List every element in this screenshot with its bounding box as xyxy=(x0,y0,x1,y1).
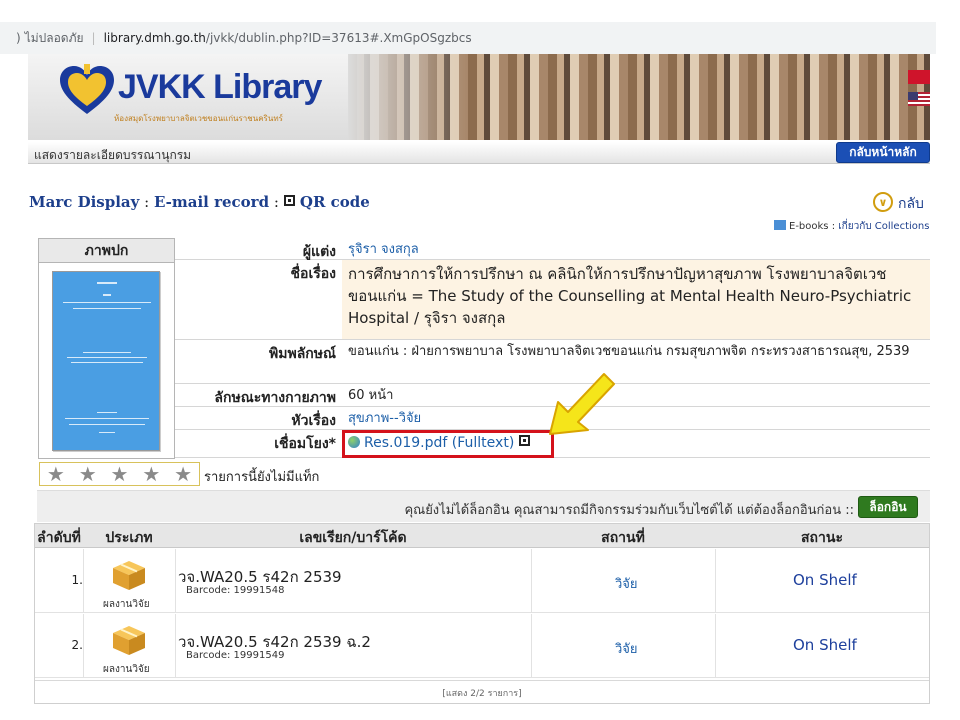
status-text: On Shelf xyxy=(793,636,857,654)
col-callno: เลขเรียก/บาร์โค้ด xyxy=(299,530,407,546)
page-title: แสดงรายละเอียดบรรณานุกรม xyxy=(34,148,192,162)
info-icon[interactable]: ) xyxy=(16,31,21,45)
pagination-info: [แสดง 2/2 รายการ] xyxy=(35,680,929,702)
star-icon[interactable]: ★ xyxy=(111,462,129,486)
address-bar[interactable]: ) ไม่ปลอดภัย | library.dmh.go.th /jvkk/d… xyxy=(0,22,936,54)
star-icon[interactable]: ★ xyxy=(79,462,97,486)
logo-subtitle: ห้องสมุดโรงพยาบาลจิตเวชขอนแก่นราชนครินทร… xyxy=(114,114,283,123)
logo-text: JVKK Library xyxy=(118,68,322,106)
back-link[interactable]: กลับ xyxy=(898,193,924,215)
ebooks-label: E-books : xyxy=(789,221,839,232)
site-banner: JVKK Library ห้องสมุดโรงพยาบาลจิตเวชขอนแ… xyxy=(28,54,930,140)
physical-label: ลักษณะทางกายภาพ xyxy=(175,384,342,406)
ebooks-row: E-books : เกี่ยวกับ Collections xyxy=(774,219,929,234)
research-box-icon xyxy=(113,626,145,655)
email-record-link[interactable]: E-mail record xyxy=(154,193,269,211)
location-link[interactable]: วิจัย xyxy=(615,573,638,594)
home-button[interactable]: กลับหน้าหลัก xyxy=(836,142,930,163)
ebook-icon xyxy=(774,220,786,230)
title-value: การศึกษาการให้การปรึกษา ณ คลินิกให้การปร… xyxy=(342,260,930,339)
physical-value: 60 หน้า xyxy=(348,388,394,403)
qr-code-icon[interactable] xyxy=(283,195,295,206)
table-row: 1. ผลงานวิจัย วจ.WA20.5 ร42ก 2539 Barcod… xyxy=(35,549,929,613)
separator: : xyxy=(139,193,154,211)
star-icon[interactable]: ★ xyxy=(47,462,65,486)
barcode: Barcode: 19991549 xyxy=(186,650,285,661)
tag-status-text: รายการนี้ยังไม่มีแท็ก xyxy=(204,470,320,485)
star-icon[interactable]: ★ xyxy=(142,462,160,486)
col-status: สถานะ xyxy=(801,530,843,546)
item-type: ผลงานวิจัย xyxy=(103,599,150,610)
publish-label: พิมพลักษณ์ xyxy=(175,340,342,383)
logo-area[interactable]: JVKK Library ห้องสมุดโรงพยาบาลจิตเวชขอนแ… xyxy=(28,54,348,140)
table-row: 2. ผลงานวิจัย วจ.WA20.5 ร42ก 2539 ฉ.2 Ba… xyxy=(35,614,929,678)
title-label: ชื่อเรื่อง xyxy=(175,260,342,339)
col-location: สถานที่ xyxy=(601,530,645,546)
highlight-box xyxy=(342,430,554,458)
author-label: ผู้แต่ง xyxy=(175,238,342,260)
research-box-icon xyxy=(113,561,145,590)
row-number: 2. xyxy=(71,638,83,652)
star-icon[interactable]: ★ xyxy=(174,462,192,486)
annotation-arrow-icon xyxy=(549,373,615,435)
url-separator: | xyxy=(91,31,96,45)
subject-label: หัวเรื่อง xyxy=(175,407,342,429)
barcode: Barcode: 19991548 xyxy=(186,585,285,596)
security-label: ไม่ปลอดภัย xyxy=(24,30,84,45)
us-flag-icon[interactable] xyxy=(908,92,930,106)
cover-panel: ภาพปก xyxy=(38,238,175,459)
item-type: ผลงานวิจัย xyxy=(103,664,150,675)
sub-header: แสดงรายละเอียดบรรณานุกรม กลับหน้าหลัก xyxy=(28,142,930,164)
url-path: /jvkk/dublin.php?ID=37613#.XmGpOSgzbcs xyxy=(205,31,472,45)
title-row: ชื่อเรื่อง การศึกษาการให้การปรึกษา ณ คลิ… xyxy=(175,260,930,340)
back-chevron-icon[interactable]: ∨ xyxy=(873,192,893,212)
cover-heading: ภาพปก xyxy=(39,239,174,263)
login-bar: คุณยังไม่ได้ล็อกอิน คุณสามารถมีกิจกรรมร่… xyxy=(37,490,930,522)
collections-link[interactable]: เกี่ยวกับ Collections xyxy=(838,221,929,232)
holdings-header: ลำดับที่ ประเภท เลขเรียก/บาร์โค้ด สถานที… xyxy=(35,524,929,548)
record-actions: Marc Display : E-mail record : QR code xyxy=(29,193,370,211)
login-button[interactable]: ล็อกอิน xyxy=(858,496,918,518)
subject-link[interactable]: สุขภาพ--วิจัย xyxy=(342,407,930,429)
holdings-table: ลำดับที่ ประเภท เลขเรียก/บาร์โค้ด สถานที… xyxy=(34,523,930,704)
login-prompt: คุณยังไม่ได้ล็อกอิน คุณสามารถมีกิจกรรมร่… xyxy=(404,503,854,518)
location-link[interactable]: วิจัย xyxy=(615,638,638,659)
col-type: ประเภท xyxy=(105,530,153,546)
banner-photo xyxy=(348,54,930,140)
col-number: ลำดับที่ xyxy=(37,530,81,546)
heart-logo-icon xyxy=(60,64,114,114)
link-label: เชื่อมโยง* xyxy=(175,430,342,457)
author-row: ผู้แต่ง รุจิรา จงสกุล xyxy=(175,238,930,260)
rating-stars[interactable]: ★ ★ ★ ★ ★ xyxy=(39,462,200,486)
status-text: On Shelf xyxy=(793,571,857,589)
url-host: library.dmh.go.th xyxy=(103,31,206,45)
qr-code-link[interactable]: QR code xyxy=(300,193,370,211)
english-flag-icon[interactable] xyxy=(908,70,930,84)
marc-display-link[interactable]: Marc Display xyxy=(29,193,139,211)
separator: : xyxy=(269,193,284,211)
publish-value: ขอนแก่น : ฝ่ายการพยาบาล โรงพยาบาลจิตเวชข… xyxy=(348,344,910,359)
book-cover-image[interactable] xyxy=(52,271,160,451)
row-number: 1. xyxy=(71,573,83,587)
author-link[interactable]: รุจิรา จงสกุล xyxy=(342,238,930,259)
